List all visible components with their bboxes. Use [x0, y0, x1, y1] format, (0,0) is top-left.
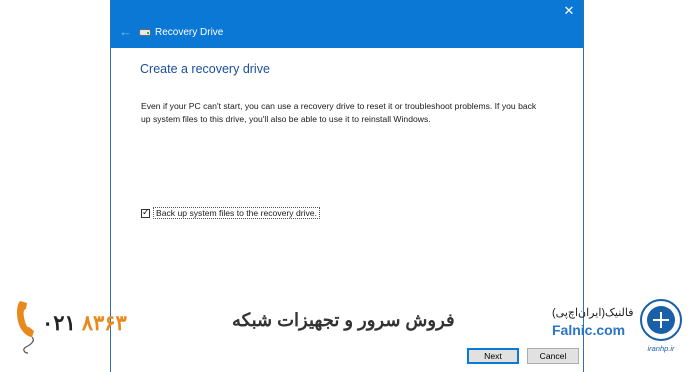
window-title: Recovery Drive — [155, 27, 224, 38]
checkmark-icon: ✓ — [142, 206, 150, 217]
brand-name-fa: فالنیک(ایران‌اچ‌پی) — [552, 307, 634, 319]
logo-caption: iranhp.ir — [647, 344, 675, 353]
title-bar: ← Recovery Drive ✕ — [111, 0, 583, 48]
next-button[interactable]: Next — [467, 348, 519, 364]
close-icon[interactable]: ✕ — [561, 3, 577, 19]
phone-watermark: ۰۲۱ ۸۳۶۳ — [10, 293, 150, 363]
backup-checkbox[interactable]: ✓ — [141, 206, 150, 218]
phone-handset-icon — [17, 301, 34, 354]
backup-checkbox-label[interactable]: Back up system files to the recovery dri… — [153, 207, 320, 219]
watermark-slogan: فروش سرور و تجهیزات شبکه — [232, 310, 455, 330]
drive-icon — [139, 29, 151, 36]
backup-system-files-option[interactable]: ✓ Back up system files to the recovery d… — [141, 207, 320, 219]
phone-main-number: ۸۳۶۳ — [81, 312, 127, 335]
brand-watermark: فالنیک(ایران‌اچ‌پی) Falnic.com iranhp.ir — [540, 299, 690, 360]
phone-number: ۰۲۱ ۸۳۶۳ — [42, 311, 127, 336]
back-arrow-icon[interactable]: ← — [119, 25, 132, 38]
page-heading: Create a recovery drive — [140, 62, 270, 76]
phone-prefix: ۰۲۱ — [42, 312, 76, 335]
description-text: Even if your PC can't start, you can use… — [141, 101, 537, 124]
brand-name-en: Falnic.com — [552, 322, 626, 338]
